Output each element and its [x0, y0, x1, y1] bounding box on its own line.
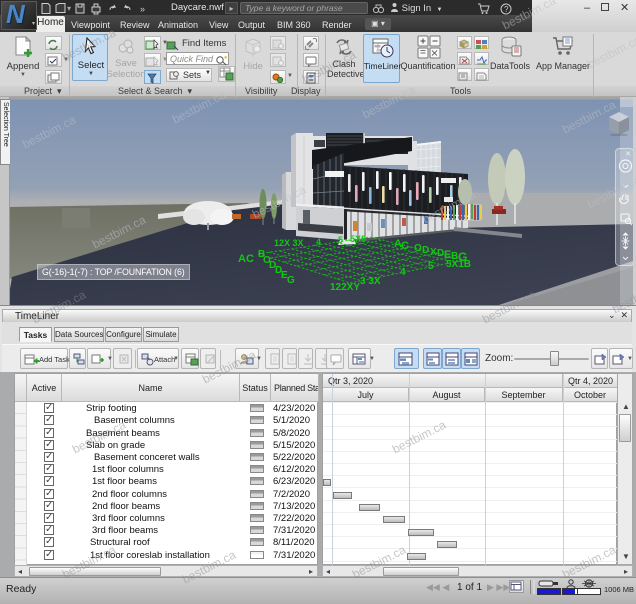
- svg-text:D: D: [422, 245, 429, 256]
- svg-text:3 3X: 3 3X: [360, 276, 381, 287]
- svg-text:AC: AC: [238, 253, 254, 265]
- svg-text:5: 5: [428, 261, 434, 272]
- svg-text:4: 4: [400, 267, 406, 278]
- svg-text:5: 5: [338, 235, 343, 245]
- svg-text:5X8: 5X8: [350, 234, 366, 244]
- svg-text:▾: ▾: [67, 4, 71, 13]
- svg-text:5X1B: 5X1B: [446, 259, 471, 270]
- svg-text:»: »: [140, 4, 145, 14]
- svg-text:X: X: [430, 247, 437, 258]
- svg-text:122XY: 122XY: [330, 282, 360, 293]
- svg-text:O: O: [414, 243, 422, 254]
- svg-text:12X 3X: 12X 3X: [274, 238, 304, 248]
- svg-text:?: ?: [504, 5, 509, 14]
- svg-text:C: C: [401, 240, 409, 252]
- svg-text:G: G: [287, 275, 295, 286]
- svg-text:4: 4: [316, 237, 321, 247]
